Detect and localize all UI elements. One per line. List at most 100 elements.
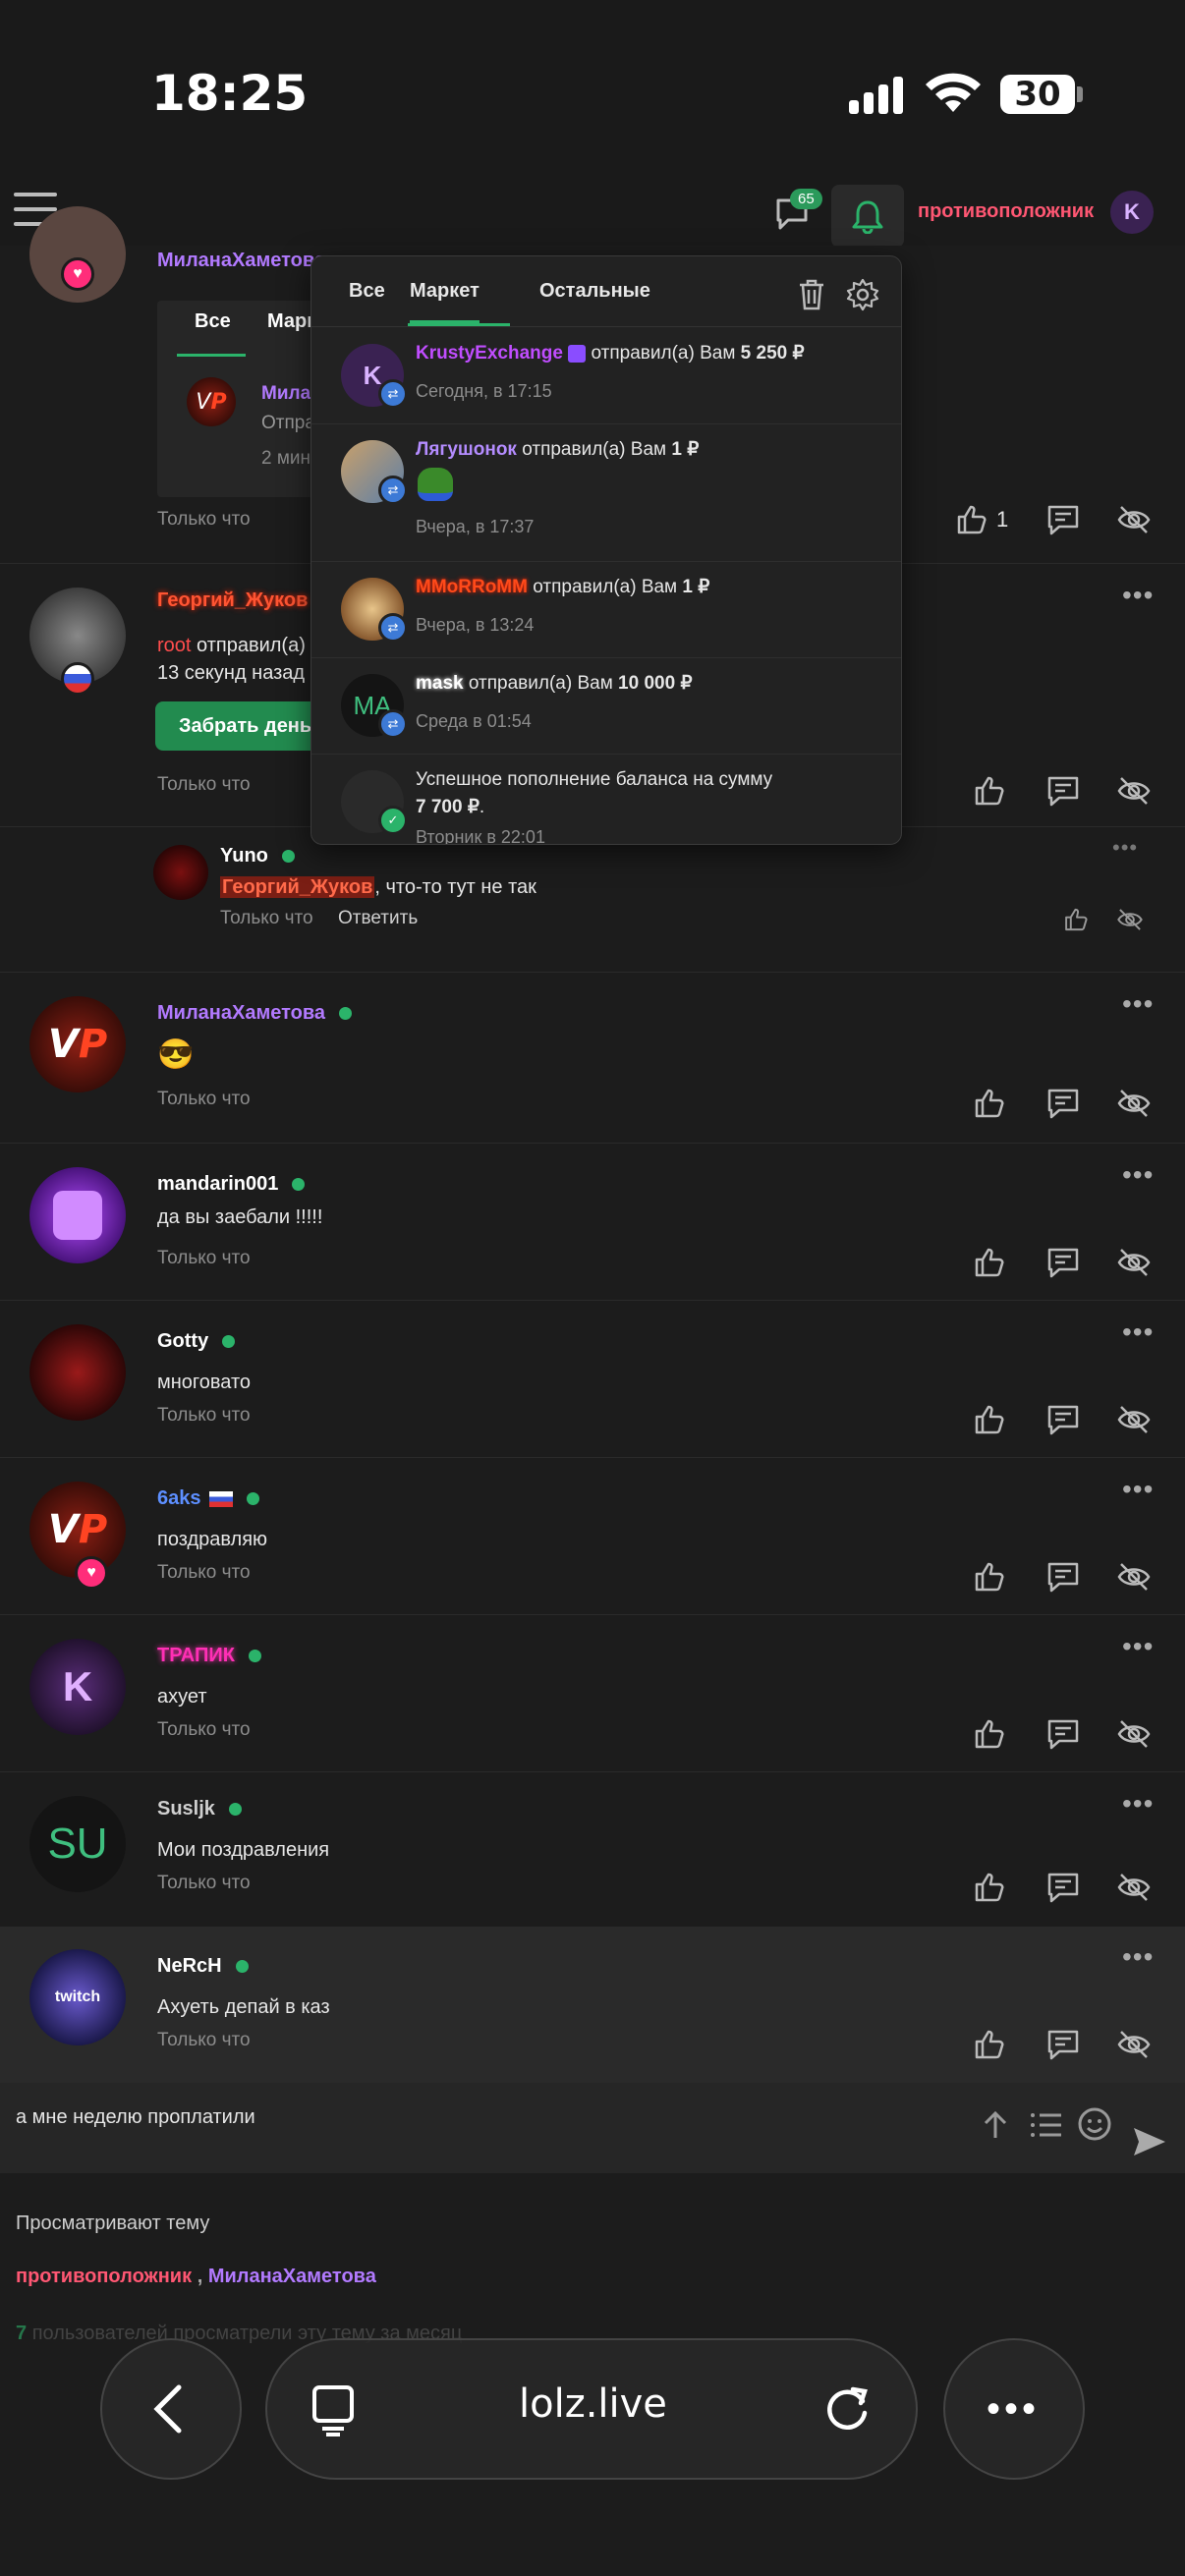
pepe-sticker-icon xyxy=(418,468,453,501)
gear-icon[interactable] xyxy=(846,278,879,311)
user-avatar[interactable]: K xyxy=(1110,191,1154,234)
like-icon[interactable] xyxy=(973,1717,1008,1751)
notification-user[interactable]: Лягушонок xyxy=(416,439,517,460)
reply-icon[interactable] xyxy=(1045,774,1081,808)
url-text: lolz.live xyxy=(519,2381,667,2427)
like-icon[interactable] xyxy=(973,1403,1008,1436)
reply-link[interactable]: Ответить xyxy=(338,908,418,929)
hide-icon[interactable] xyxy=(1116,1871,1152,1904)
notification-item[interactable]: K ⇄ KrustyExchange отправил(а) Вам 5 250… xyxy=(311,328,901,424)
more-options-icon[interactable]: ••• xyxy=(1122,988,1154,1020)
trash-icon[interactable] xyxy=(797,278,826,311)
reply-icon[interactable] xyxy=(1045,2028,1081,2061)
notification-item[interactable]: MA ⇄ mask отправил(а) Вам 10 000 ₽ Среда… xyxy=(311,658,901,755)
like-icon[interactable] xyxy=(973,1560,1008,1594)
embedded-notification-preview: Все Марк VP Мила Отпра 2 мин xyxy=(157,301,314,497)
reply-icon[interactable] xyxy=(1045,1087,1081,1120)
reply-icon[interactable] xyxy=(1045,1246,1081,1279)
more-options-icon[interactable]: ••• xyxy=(1122,580,1154,611)
notification-text: Успешное пополнение баланса на сумму 7 7… xyxy=(416,769,773,817)
post-author[interactable]: МиланаХаметова xyxy=(157,1002,353,1025)
hide-icon[interactable] xyxy=(1116,774,1152,808)
post: K ТРАПИК ахует Только что ••• xyxy=(0,1615,1185,1772)
post-text: поздравляю xyxy=(157,1529,268,1550)
avatar: SU xyxy=(29,1796,126,1892)
tab-other[interactable]: Остальные xyxy=(539,280,650,303)
post-text: root отправил(а) xyxy=(157,635,306,657)
list-icon[interactable] xyxy=(1030,2108,1063,2142)
reply-icon[interactable] xyxy=(1045,1403,1081,1436)
notification-user[interactable]: mask xyxy=(416,673,464,694)
more-options-icon[interactable]: ••• xyxy=(1122,1316,1154,1348)
more-options-icon[interactable]: ••• xyxy=(1122,1474,1154,1505)
more-options-icon[interactable]: ••• xyxy=(1112,835,1138,861)
more-options-icon[interactable]: ••• xyxy=(1122,1788,1154,1820)
post-author[interactable]: МиланаХаметова xyxy=(157,250,325,272)
like-icon[interactable] xyxy=(973,1871,1008,1904)
viewer-link[interactable]: МиланаХаметова xyxy=(208,2266,376,2287)
author-name: Yuno xyxy=(220,845,268,867)
like-icon[interactable] xyxy=(1063,906,1091,933)
reply-icon[interactable] xyxy=(1045,1717,1081,1751)
post-author[interactable]: Yuno xyxy=(220,845,295,868)
post: VP ♥ 6aks поздравляю Только что ••• xyxy=(0,1458,1185,1615)
notification-user[interactable]: MMoRRoMM xyxy=(416,577,528,597)
online-indicator xyxy=(248,1650,261,1663)
emoji-icon[interactable] xyxy=(1077,2106,1112,2142)
post-time: Только что xyxy=(157,509,251,530)
notification-item[interactable]: ⇄ Лягушонок отправил(а) Вам 1 ₽ Вчера, в… xyxy=(311,424,901,562)
composer-input[interactable]: а мне неделю проплатили xyxy=(16,2106,255,2129)
avatar: K xyxy=(29,1639,126,1735)
reply-composer[interactable]: а мне неделю проплатили xyxy=(0,2083,1185,2173)
hide-icon[interactable] xyxy=(1116,1403,1152,1436)
post-author[interactable]: mandarin001 xyxy=(157,1173,306,1196)
post-author[interactable]: 6aks xyxy=(157,1487,259,1510)
like-icon[interactable] xyxy=(973,1087,1008,1120)
tabs-icon[interactable] xyxy=(310,2383,356,2436)
mention[interactable]: root xyxy=(157,635,191,656)
reply-icon[interactable] xyxy=(1045,1560,1081,1594)
claim-money-button[interactable]: Забрать деньги xyxy=(155,701,322,751)
post-time: Только что xyxy=(157,1405,251,1426)
notification-message: Успешное пополнение баланса на сумму xyxy=(416,769,773,790)
hide-icon[interactable] xyxy=(1116,503,1152,536)
post-author[interactable]: ТРАПИК xyxy=(157,1645,261,1667)
send-icon[interactable] xyxy=(1132,2126,1167,2157)
online-indicator xyxy=(292,1178,306,1192)
hide-icon[interactable] xyxy=(1116,2028,1152,2061)
reload-icon[interactable] xyxy=(823,2383,873,2436)
more-menu-button[interactable]: ••• xyxy=(943,2338,1085,2480)
hide-icon[interactable] xyxy=(1116,1560,1152,1594)
more-options-icon[interactable]: ••• xyxy=(1122,1631,1154,1662)
back-button[interactable] xyxy=(100,2338,242,2480)
more-options-icon[interactable]: ••• xyxy=(1122,1941,1154,1973)
reply-icon[interactable] xyxy=(1045,1871,1081,1904)
flag-icon xyxy=(208,1490,233,1507)
post-time: Только что xyxy=(157,1873,251,1893)
tab-market[interactable]: Маркет xyxy=(410,280,480,323)
reply-icon[interactable] xyxy=(1045,503,1081,536)
like-icon[interactable] xyxy=(955,503,990,536)
mention[interactable]: Георгий_Жуков xyxy=(220,876,375,898)
hide-icon[interactable] xyxy=(1116,1087,1152,1120)
more-options-icon[interactable]: ••• xyxy=(1122,1159,1154,1191)
like-icon[interactable] xyxy=(973,2028,1008,2061)
arrow-up-icon[interactable] xyxy=(979,2108,1012,2142)
hide-icon[interactable] xyxy=(1116,1717,1152,1751)
current-username[interactable]: противоположник xyxy=(918,200,1094,223)
post-author[interactable]: Susljk xyxy=(157,1798,242,1820)
like-icon[interactable] xyxy=(973,1246,1008,1279)
post-author[interactable]: NeRcH xyxy=(157,1955,249,1978)
hide-icon[interactable] xyxy=(1116,1246,1152,1279)
viewer-link[interactable]: противоположник xyxy=(16,2266,192,2287)
post-author[interactable]: Георгий_Жуков xyxy=(157,589,308,612)
tab-all[interactable]: Все xyxy=(349,280,385,303)
notifications-button[interactable] xyxy=(831,185,904,248)
notification-item[interactable]: ⇄ MMoRRoMM отправил(а) Вам 1 ₽ Вчера, в … xyxy=(311,562,901,658)
like-icon[interactable] xyxy=(973,774,1008,808)
post-author[interactable]: Gotty xyxy=(157,1330,236,1353)
notification-item[interactable]: ✓ Успешное пополнение баланса на сумму 7… xyxy=(311,755,901,844)
post-time: Только что xyxy=(157,2030,251,2050)
hide-icon[interactable] xyxy=(1116,906,1144,933)
notification-user[interactable]: KrustyExchange xyxy=(416,343,563,364)
